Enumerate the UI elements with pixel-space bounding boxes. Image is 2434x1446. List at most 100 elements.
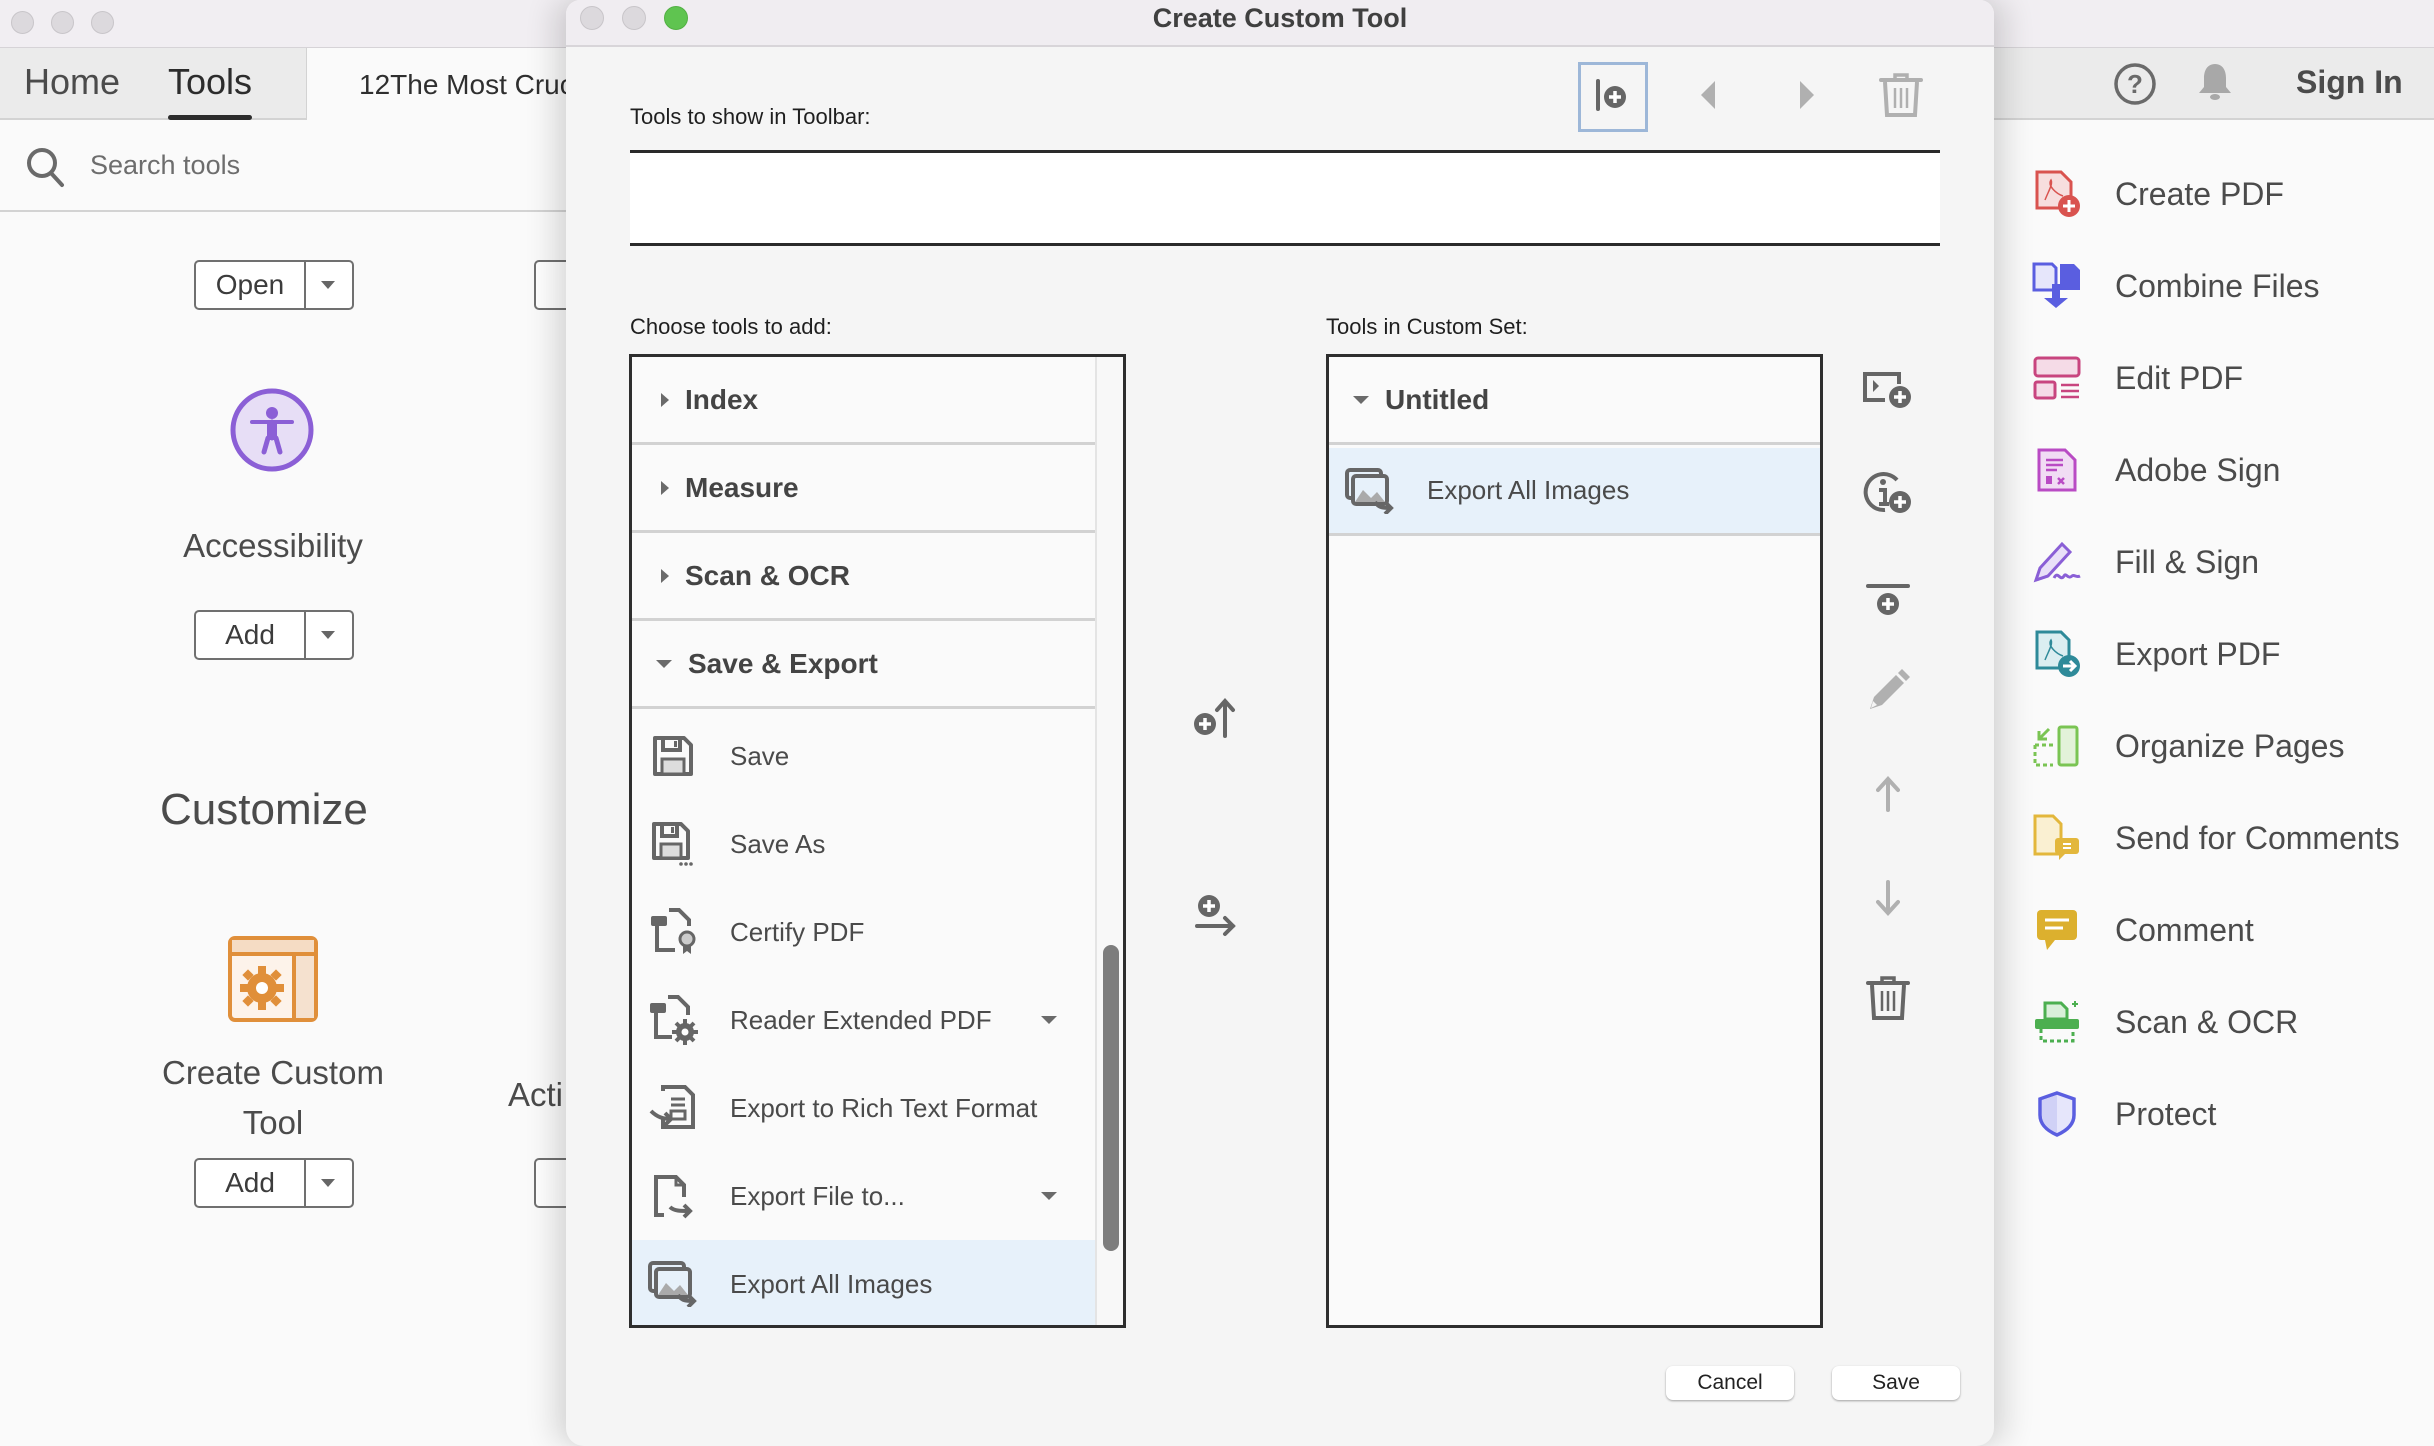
reader-extended-pdf-icon <box>646 993 700 1047</box>
header-right: ? Sign In <box>1993 48 2434 120</box>
window-minimize-button[interactable] <box>51 11 74 34</box>
right-panel-label: Export PDF <box>2115 635 2281 672</box>
right-panel-item-scan-ocr[interactable]: Scan & OCR <box>2031 992 2298 1052</box>
new-panel-button[interactable] <box>1858 362 1918 422</box>
expand-icon <box>661 568 669 583</box>
tool-label: Certify PDF <box>730 916 865 947</box>
create-custom-tool-title-line1: Create Custom <box>162 1054 384 1091</box>
customize-section-title: Customize <box>160 785 368 834</box>
add-to-custom-set-button[interactable] <box>1186 888 1246 948</box>
accessibility-add-button[interactable]: Add <box>196 612 306 658</box>
tool-item-export-rtf[interactable]: Export to Rich Text Format <box>632 1064 1097 1152</box>
custom-group-untitled[interactable]: Untitled <box>1329 357 1820 445</box>
tool-group-scan-ocr[interactable]: Scan & OCR <box>632 533 1097 621</box>
export-images-icon <box>1343 464 1397 518</box>
move-down-button[interactable] <box>1858 870 1918 930</box>
tool-item-save[interactable]: Save <box>632 712 1097 800</box>
send-for-comments-icon <box>2031 812 2083 864</box>
accessibility-add-dropdown[interactable] <box>306 612 352 658</box>
sign-in-link[interactable]: Sign In <box>2296 64 2403 101</box>
tool-group-measure[interactable]: Measure <box>632 445 1097 533</box>
add-divider-icon <box>1866 582 1910 623</box>
available-tools-scrollbar[interactable] <box>1095 357 1123 1325</box>
right-panel-item-combine-files[interactable]: Combine Files <box>2031 256 2320 316</box>
group-label: Untitled <box>1385 383 1490 415</box>
create-custom-tool-dialog: Create Custom Tool Tools to show in Tool… <box>566 0 1994 1446</box>
group-label: Measure <box>685 471 799 503</box>
trash-icon <box>1879 72 1923 123</box>
adobe-sign-icon <box>2031 444 2083 496</box>
tool-group-index[interactable]: Index <box>632 357 1097 445</box>
right-panel-item-create-pdf[interactable]: Create PDF <box>2031 164 2284 224</box>
right-panel-item-edit-pdf[interactable]: Edit PDF <box>2031 348 2243 408</box>
add-separator-button[interactable] <box>1578 62 1648 132</box>
right-panel-item-fill-sign[interactable]: Fill & Sign <box>2031 532 2259 592</box>
group-label: Save & Export <box>688 647 878 679</box>
open-button[interactable]: Open <box>196 262 306 308</box>
tab-home[interactable]: Home <box>24 58 120 114</box>
add-to-toolbar-button[interactable] <box>1186 690 1246 750</box>
custom-tool-gear-icon <box>228 936 318 1027</box>
right-panel-item-comment[interactable]: Comment <box>2031 900 2254 960</box>
tool-item-certify-pdf[interactable]: Certify PDF <box>632 888 1097 976</box>
create-custom-tool-title-line2: Tool <box>242 1104 304 1141</box>
help-icon[interactable]: ? <box>2113 62 2157 111</box>
right-panel-item-organize-pages[interactable]: Organize Pages <box>2031 716 2344 776</box>
info-add-icon <box>1863 470 1913 521</box>
bell-icon[interactable] <box>2197 62 2233 107</box>
tab-tools[interactable]: Tools <box>168 58 253 120</box>
create-custom-tool-add-button[interactable]: Add <box>196 1160 306 1206</box>
right-panel-item-protect[interactable]: Protect <box>2031 1084 2216 1144</box>
search-input[interactable]: Search tools <box>90 150 240 181</box>
right-panel-item-export-pdf[interactable]: Export PDF <box>2031 624 2280 684</box>
window-close-button[interactable] <box>11 11 34 34</box>
add-divider-button[interactable] <box>1858 572 1918 632</box>
dropdown-arrow-icon[interactable] <box>1041 1016 1057 1024</box>
organize-pages-icon <box>2031 720 2083 772</box>
document-tab[interactable]: 12The Most Cruc <box>306 48 606 120</box>
create-pdf-icon <box>2031 168 2083 220</box>
cancel-button[interactable]: Cancel <box>1666 1366 1794 1400</box>
export-images-icon <box>646 1257 700 1311</box>
toolbar-preview-strip[interactable] <box>630 150 1940 246</box>
right-panel-label: Combine Files <box>2115 267 2320 304</box>
right-panel-item-send-for-comments[interactable]: Send for Comments <box>2031 808 2400 868</box>
tool-item-export-all-images[interactable]: Export All Images <box>632 1240 1097 1325</box>
open-dropdown-button[interactable] <box>306 262 352 308</box>
tool-group-save-export[interactable]: Save & Export <box>632 621 1097 709</box>
toolbar-delete-button[interactable] <box>1866 62 1936 132</box>
expand-icon <box>661 480 669 495</box>
group-label: Scan & OCR <box>685 559 850 591</box>
right-panel-item-adobe-sign[interactable]: Adobe Sign <box>2031 440 2280 500</box>
tool-label: Export All Images <box>730 1268 933 1299</box>
toolbar-label: Tools to show in Toolbar: <box>630 104 871 129</box>
tool-label: Save As <box>730 828 826 859</box>
tool-label: Save <box>730 740 790 771</box>
custom-tool-export-all-images[interactable]: Export All Images <box>1329 448 1820 536</box>
add-info-button[interactable] <box>1858 465 1918 525</box>
protect-icon <box>2031 1088 2083 1140</box>
arrow-right-icon <box>1796 79 1816 116</box>
move-up-button[interactable] <box>1858 766 1918 826</box>
create-custom-tool-add-dropdown[interactable] <box>306 1160 352 1206</box>
rename-button[interactable] <box>1858 663 1918 723</box>
export-pdf-icon <box>2031 628 2083 680</box>
save-button[interactable]: Save <box>1832 1366 1960 1400</box>
search-tools-bar[interactable]: Search tools <box>0 122 600 212</box>
search-icon <box>24 145 68 194</box>
create-custom-tool-title: Create Custom Tool <box>140 1048 406 1148</box>
collapse-icon <box>1353 395 1369 404</box>
right-panel-label: Comment <box>2115 911 2254 948</box>
toolbar-move-right-button[interactable] <box>1771 62 1841 132</box>
toolbar-move-left-button[interactable] <box>1674 62 1744 132</box>
tool-item-save-as[interactable]: Save As <box>632 800 1097 888</box>
delete-from-set-button[interactable] <box>1858 970 1918 1030</box>
export-rtf-icon <box>646 1081 700 1135</box>
tool-item-export-file[interactable]: Export File to... <box>632 1152 1097 1240</box>
group-label: Index <box>685 383 759 415</box>
scrollbar-thumb[interactable] <box>1103 945 1119 1251</box>
dropdown-arrow-icon[interactable] <box>1041 1192 1057 1200</box>
window-zoom-button[interactable] <box>91 11 114 34</box>
svg-text:?: ? <box>2127 69 2143 99</box>
tool-item-reader-extended-pdf[interactable]: Reader Extended PDF <box>632 976 1097 1064</box>
